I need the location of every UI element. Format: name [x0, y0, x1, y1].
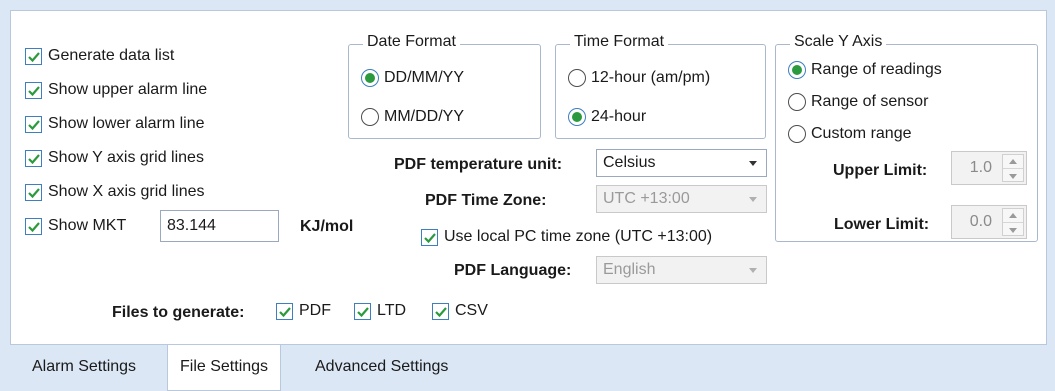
upper-limit-value: 1.0	[969, 159, 992, 176]
radio-label: Range of sensor	[811, 93, 929, 110]
chevron-down-icon[interactable]	[1003, 223, 1023, 237]
lower-limit-spinner[interactable]: 0.0	[951, 205, 1027, 239]
check-icon	[28, 85, 40, 96]
pdf-temperature-unit-value: Celsius	[603, 154, 656, 171]
time-format-option-12h[interactable]: 12-hour (am/pm)	[568, 69, 710, 87]
radio-selected[interactable]	[568, 108, 586, 126]
show-lower-alarm-checkbox[interactable]: Show lower alarm line	[25, 115, 205, 133]
checkbox-label: Show X axis grid lines	[48, 183, 205, 200]
check-icon	[28, 119, 40, 130]
time-format-option-24h[interactable]: 24-hour	[568, 108, 646, 126]
date-format-group: Date Format DD/MM/YY MM/DD/YY	[348, 33, 541, 139]
radio-unselected[interactable]	[788, 125, 806, 143]
check-icon	[28, 51, 40, 62]
mkt-value-input[interactable]: 83.144	[160, 210, 279, 242]
chevron-up-icon[interactable]	[1003, 209, 1023, 223]
mkt-unit-label: KJ/mol	[300, 218, 354, 235]
pdf-language-value: English	[603, 261, 656, 278]
chevron-down-icon[interactable]	[740, 257, 766, 283]
check-icon	[28, 221, 40, 232]
scale-y-axis-group: Scale Y Axis Range of readings Range of …	[775, 33, 1038, 242]
upper-limit-spin-buttons[interactable]	[1002, 154, 1024, 182]
checkbox-label: Show upper alarm line	[48, 81, 208, 98]
checkbox-label: CSV	[455, 302, 488, 319]
show-x-grid-checkbox[interactable]: Show X axis grid lines	[25, 183, 205, 201]
checkbox-label: Use local PC time zone (UTC +13:00)	[444, 228, 713, 245]
tab-advanced-settings[interactable]: Advanced Settings	[303, 345, 460, 391]
use-local-timezone-checkbox[interactable]: Use local PC time zone (UTC +13:00)	[421, 228, 712, 246]
checkbox-checked[interactable]	[25, 81, 42, 99]
checkbox-checked[interactable]	[276, 302, 293, 320]
radio-label: 24-hour	[591, 108, 647, 125]
check-icon	[28, 187, 40, 198]
radio-unselected[interactable]	[361, 108, 379, 126]
lower-limit-label: Lower Limit:	[834, 216, 930, 233]
upper-limit-label: Upper Limit:	[833, 162, 928, 179]
lower-limit-spin-buttons[interactable]	[1002, 208, 1024, 236]
checkbox-label: LTD	[377, 302, 407, 319]
file-ltd-checkbox[interactable]: LTD	[354, 302, 406, 320]
checkbox-label: Show lower alarm line	[48, 115, 205, 132]
checkbox-checked[interactable]	[25, 47, 42, 65]
pdf-time-zone-dropdown[interactable]: UTC +13:00	[596, 185, 767, 213]
checkbox-checked[interactable]	[432, 302, 449, 320]
checkbox-checked[interactable]	[421, 228, 438, 246]
chevron-down-icon[interactable]	[740, 186, 766, 212]
checkbox-label: Show MKT	[48, 217, 127, 234]
file-csv-checkbox[interactable]: CSV	[432, 302, 488, 320]
file-settings-panel: Generate data list Show upper alarm line…	[10, 10, 1047, 345]
tab-alarm-settings[interactable]: Alarm Settings	[20, 345, 148, 391]
radio-label: MM/DD/YY	[384, 108, 464, 125]
check-icon	[357, 306, 369, 317]
show-y-grid-checkbox[interactable]: Show Y axis grid lines	[25, 149, 204, 167]
checkbox-label: Generate data list	[48, 47, 175, 64]
checkbox-checked[interactable]	[25, 115, 42, 133]
scale-y-option-custom[interactable]: Custom range	[788, 125, 912, 143]
pdf-language-label: PDF Language:	[454, 262, 572, 279]
pdf-language-dropdown[interactable]: English	[596, 256, 767, 284]
checkbox-checked[interactable]	[25, 149, 42, 167]
files-to-generate-label: Files to generate:	[112, 304, 245, 321]
date-format-option-ddmmyy[interactable]: DD/MM/YY	[361, 69, 464, 87]
upper-limit-spinner[interactable]: 1.0	[951, 151, 1027, 185]
checkbox-checked[interactable]	[25, 217, 42, 235]
chevron-up-icon[interactable]	[1003, 155, 1023, 169]
check-icon	[424, 232, 436, 243]
pdf-temperature-unit-label: PDF temperature unit:	[394, 156, 563, 173]
radio-unselected[interactable]	[788, 93, 806, 111]
time-format-group: Time Format 12-hour (am/pm) 24-hour	[555, 33, 766, 139]
pdf-temperature-unit-dropdown[interactable]: Celsius	[596, 149, 767, 177]
scale-y-option-sensor[interactable]: Range of sensor	[788, 93, 928, 111]
lower-limit-value: 0.0	[969, 213, 992, 230]
chevron-down-icon[interactable]	[740, 150, 766, 176]
checkbox-checked[interactable]	[354, 302, 371, 320]
radio-label: 12-hour (am/pm)	[591, 69, 711, 86]
generate-data-list-checkbox[interactable]: Generate data list	[25, 47, 174, 65]
chevron-down-icon[interactable]	[1003, 169, 1023, 183]
radio-label: DD/MM/YY	[384, 69, 464, 86]
date-format-legend: Date Format	[363, 33, 460, 51]
scale-y-option-readings[interactable]: Range of readings	[788, 61, 942, 79]
show-mkt-checkbox[interactable]: Show MKT	[25, 217, 126, 235]
scale-y-axis-legend: Scale Y Axis	[790, 33, 887, 51]
checkbox-checked[interactable]	[25, 183, 42, 201]
check-icon	[279, 306, 291, 317]
settings-tabs: Alarm Settings File Settings Advanced Se…	[10, 345, 1047, 391]
show-upper-alarm-checkbox[interactable]: Show upper alarm line	[25, 81, 207, 99]
radio-selected[interactable]	[788, 61, 806, 79]
date-format-option-mmddyy[interactable]: MM/DD/YY	[361, 108, 464, 126]
checkbox-label: PDF	[299, 302, 331, 319]
checkbox-label: Show Y axis grid lines	[48, 149, 204, 166]
radio-label: Custom range	[811, 125, 912, 142]
check-icon	[435, 306, 447, 317]
radio-unselected[interactable]	[568, 69, 586, 87]
pdf-time-zone-value: UTC +13:00	[603, 190, 690, 207]
radio-selected[interactable]	[361, 69, 379, 87]
check-icon	[28, 153, 40, 164]
radio-label: Range of readings	[811, 61, 942, 78]
time-format-legend: Time Format	[570, 33, 669, 51]
file-pdf-checkbox[interactable]: PDF	[276, 302, 331, 320]
tab-file-settings[interactable]: File Settings	[167, 345, 282, 391]
pdf-time-zone-label: PDF Time Zone:	[425, 192, 547, 209]
